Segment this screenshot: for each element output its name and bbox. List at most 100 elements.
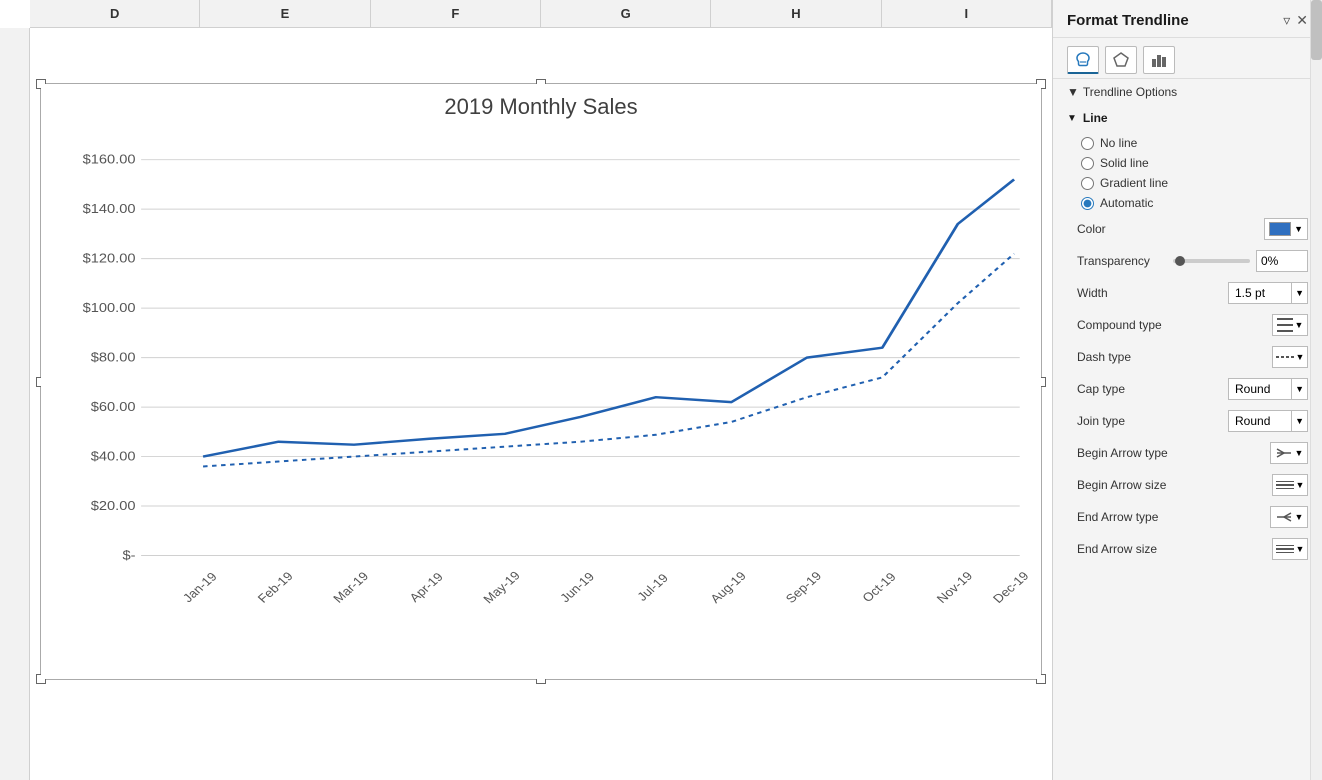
width-arrow: ▼	[1291, 283, 1307, 303]
svg-text:$40.00: $40.00	[91, 449, 136, 463]
svg-text:Aug-19: Aug-19	[707, 569, 749, 605]
trendline-options-arrow: ▼	[1067, 85, 1079, 99]
end-arrow-type-button[interactable]: ▼	[1270, 506, 1308, 528]
col-header-e: E	[200, 0, 370, 27]
cap-value: Round	[1229, 382, 1291, 396]
begin-arrow-type-arrow: ▼	[1295, 448, 1304, 458]
begin-arrow-size-label: Begin Arrow size	[1077, 478, 1266, 492]
svg-text:$20.00: $20.00	[91, 499, 136, 513]
color-label: Color	[1077, 222, 1258, 236]
solid-line-row[interactable]: Solid line	[1053, 153, 1322, 173]
cap-type-dropdown[interactable]: Round ▼	[1228, 378, 1308, 400]
svg-text:$120.00: $120.00	[83, 251, 136, 265]
transparency-slider[interactable]	[1173, 259, 1250, 263]
col-header-f: F	[371, 0, 541, 27]
svg-text:Dec-19: Dec-19	[990, 569, 1031, 605]
begin-size-arrow: ▼	[1296, 480, 1305, 490]
bar-chart-icon	[1150, 51, 1168, 69]
panel-header-icons: ▿ ✕	[1283, 12, 1308, 29]
trendline-options-row[interactable]: ▼ Trendline Options	[1053, 79, 1322, 105]
line-section-header[interactable]: ▼ Line	[1053, 105, 1322, 131]
cap-arrow: ▼	[1291, 379, 1307, 399]
svg-text:Apr-19: Apr-19	[406, 570, 446, 605]
begin-arrow-label: Begin Arrow type	[1077, 446, 1264, 460]
svg-text:Feb-19: Feb-19	[254, 569, 296, 605]
tab-shape[interactable]	[1105, 46, 1137, 74]
lines-icon-end	[1276, 545, 1294, 554]
join-value: Round	[1229, 414, 1291, 428]
panel-title: Format Trendline	[1067, 12, 1189, 29]
cap-type-row: Cap type Round ▼	[1053, 373, 1322, 405]
panel-content: ▼ Line No line Solid line Gradient line	[1053, 105, 1322, 780]
join-arrow: ▼	[1291, 411, 1307, 431]
dash-arrow: ▼	[1296, 352, 1305, 362]
dash-type-button[interactable]: ▼	[1272, 346, 1308, 368]
compound-label: Compound type	[1077, 318, 1266, 332]
pin-icon[interactable]: ▿	[1283, 12, 1290, 29]
right-panel: Format Trendline ▿ ✕	[1052, 0, 1322, 780]
chart-title: 2019 Monthly Sales	[51, 94, 1031, 120]
svg-text:$100.00: $100.00	[83, 301, 136, 315]
close-icon[interactable]: ✕	[1296, 12, 1308, 29]
lines-icon-begin	[1276, 481, 1294, 490]
compound-type-button[interactable]: ▼	[1272, 314, 1308, 336]
line-section-label: Line	[1083, 111, 1108, 125]
solid-line-radio[interactable]	[1081, 157, 1094, 170]
svg-text:Oct-19: Oct-19	[859, 570, 899, 605]
col-header-i: I	[882, 0, 1052, 27]
transparency-input[interactable]: 0%	[1256, 250, 1308, 272]
dash-label: Dash type	[1077, 350, 1266, 364]
color-button[interactable]: ▼	[1264, 218, 1308, 240]
end-arrow-size-row: End Arrow size ▼	[1053, 533, 1322, 565]
paint-icon	[1074, 51, 1092, 69]
scrollbar-thumb[interactable]	[1311, 0, 1322, 60]
cap-label: Cap type	[1077, 382, 1222, 396]
end-arrow-size-label: End Arrow size	[1077, 542, 1266, 556]
color-swatch	[1269, 222, 1291, 236]
compound-arrow: ▼	[1295, 320, 1304, 330]
pentagon-icon	[1112, 51, 1130, 69]
begin-arrow-size-button[interactable]: ▼	[1272, 474, 1308, 496]
color-dropdown-arrow: ▼	[1294, 224, 1303, 234]
join-label: Join type	[1077, 414, 1222, 428]
collapse-icon: ▼	[1067, 113, 1077, 124]
automatic-row[interactable]: Automatic	[1053, 193, 1322, 213]
compound-icon	[1277, 318, 1293, 332]
begin-arrow-type-row: Begin Arrow type ▼	[1053, 437, 1322, 469]
color-row: Color ▼	[1053, 213, 1322, 245]
end-arrow-size-button[interactable]: ▼	[1272, 538, 1308, 560]
end-arrow-label: End Arrow type	[1077, 510, 1264, 524]
col-header-h: H	[711, 0, 881, 27]
chart-inner: 2019 Monthly Sales $16	[41, 84, 1041, 679]
automatic-radio[interactable]	[1081, 197, 1094, 210]
svg-text:$80.00: $80.00	[91, 350, 136, 364]
end-size-arrow: ▼	[1296, 544, 1305, 554]
svg-text:Jun-19: Jun-19	[557, 569, 597, 605]
chart-selection-wrapper[interactable]: 2019 Monthly Sales $16	[40, 83, 1042, 680]
no-line-row[interactable]: No line	[1053, 133, 1322, 153]
tab-bar-chart[interactable]	[1143, 46, 1175, 74]
width-dropdown[interactable]: 1.5 pt ▼	[1228, 282, 1308, 304]
begin-arrow-size-row: Begin Arrow size ▼	[1053, 469, 1322, 501]
begin-arrow-type-button[interactable]: ▼	[1270, 442, 1308, 464]
gradient-line-row[interactable]: Gradient line	[1053, 173, 1322, 193]
width-label: Width	[1077, 286, 1222, 300]
slider-thumb[interactable]	[1175, 256, 1185, 266]
end-arrow-type-arrow: ▼	[1295, 512, 1304, 522]
compound-type-row: Compound type ▼	[1053, 309, 1322, 341]
no-line-radio[interactable]	[1081, 137, 1094, 150]
spreadsheet-area: D E F G H I 2019 Monthly Sales	[0, 0, 1052, 780]
tab-trendline-options[interactable]	[1067, 46, 1099, 74]
chart-svg: $160.00 $140.00 $120.00 $100.00 $80.00 $…	[51, 130, 1031, 605]
chart-container: 2019 Monthly Sales $16	[30, 28, 1052, 780]
svg-text:Sep-19: Sep-19	[782, 569, 824, 605]
gradient-line-radio[interactable]	[1081, 177, 1094, 190]
transparency-row: Transparency 0%	[1053, 245, 1322, 277]
join-type-row: Join type Round ▼	[1053, 405, 1322, 437]
svg-text:$60.00: $60.00	[91, 400, 136, 414]
join-type-dropdown[interactable]: Round ▼	[1228, 410, 1308, 432]
transparency-label: Transparency	[1077, 254, 1167, 268]
automatic-label: Automatic	[1100, 196, 1153, 210]
svg-text:Nov-19: Nov-19	[933, 569, 975, 605]
scrollbar[interactable]	[1310, 0, 1322, 780]
